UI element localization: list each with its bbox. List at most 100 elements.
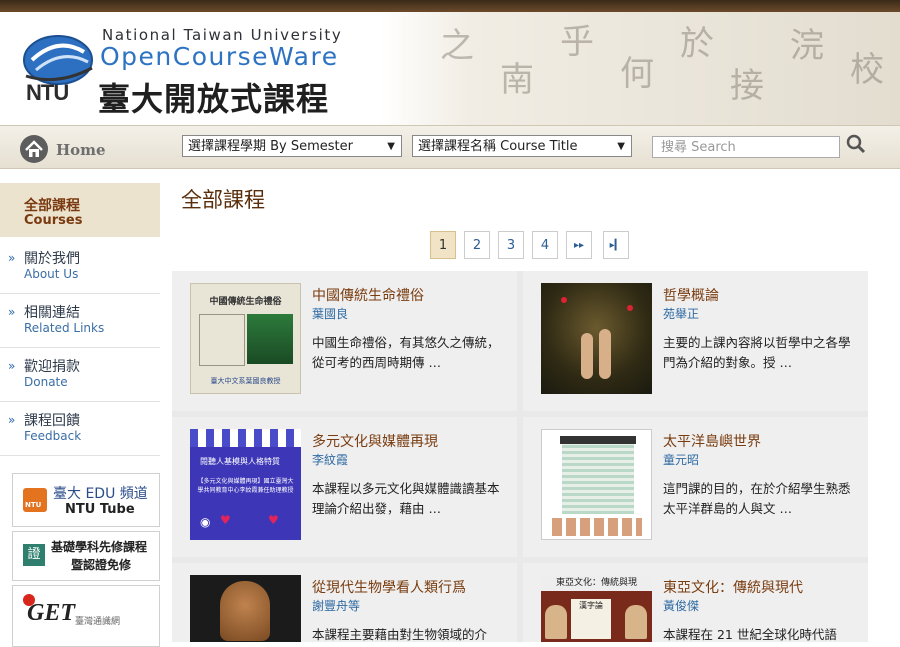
sidebar-item-label-zh: 關於我們 <box>24 251 80 267</box>
search-icon[interactable] <box>846 134 866 154</box>
thumbnail-caption: 臺大中文系葉國良教授 <box>210 377 281 385</box>
course-title[interactable]: 多元文化與媒體再現 <box>312 431 438 451</box>
thumbnail-heading: 閱聽人基模與人格特質 <box>200 457 280 466</box>
course-thumbnail[interactable] <box>190 575 301 642</box>
course-description: 中國生命禮俗，有其悠久之傳統，從可考的西周時期傳 … <box>312 335 500 370</box>
bullet-icon: » <box>8 305 16 319</box>
course-description: 本課程以多元文化與媒體識讀基本理論介紹出發，藉由 … <box>312 481 500 516</box>
home-link[interactable]: Home <box>56 141 106 159</box>
edu-tube-banner[interactable]: NTU 臺大 EDU 頻道 NTU Tube <box>12 473 160 527</box>
semester-select[interactable]: 選擇課程學期 By Semester ▼ <box>182 135 402 157</box>
sidebar-item-label-en: Donate <box>24 375 68 389</box>
get-general-education-banner[interactable]: GET 臺灣通識網 <box>12 585 160 647</box>
course-thumbnail[interactable] <box>541 283 652 394</box>
thumbnail-portrait <box>545 605 567 639</box>
search-placeholder: 搜尋 Search <box>661 140 736 155</box>
thumbnail-heart-icon: ♥ <box>268 513 279 527</box>
home-icon[interactable] <box>20 135 48 163</box>
thumbnail-heart-icon: ♥ <box>220 513 231 527</box>
sidebar-item-label-en: About Us <box>24 267 79 281</box>
dropdown-arrow-icon: ▼ <box>617 141 625 152</box>
calligraphy-decoration: 校 <box>850 50 884 90</box>
sidebar-item-label-zh: 課程回饋 <box>24 413 80 429</box>
thumbnail-weaving <box>562 444 634 514</box>
sidebar-item-donate[interactable]: » 歡迎捐款 Donate <box>0 347 160 402</box>
calligraphy-decoration: 何 <box>620 54 654 94</box>
page-2-button[interactable]: 2 <box>464 231 490 259</box>
course-grid: 中國傳統生命禮俗 臺大中文系葉國良教授 中國傳統生命禮俗 葉國良 中國生命禮俗，… <box>172 271 868 642</box>
get-logo: GET <box>27 600 75 626</box>
calligraphy-decoration: 之 <box>440 26 474 66</box>
edu-tube-line1: 臺大 EDU 頻道 <box>53 486 148 502</box>
page-title: 全部課程 <box>181 188 265 212</box>
course-card[interactable]: 中國傳統生命禮俗 臺大中文系葉國良教授 中國傳統生命禮俗 葉國良 中國生命禮俗，… <box>172 271 517 411</box>
course-author[interactable]: 黃俊傑 <box>663 597 699 614</box>
thumbnail-people <box>552 518 642 536</box>
sidebar-item-label-zh: 相關連結 <box>24 305 80 321</box>
course-author[interactable]: 苑舉正 <box>663 305 699 322</box>
calligraphy-decoration: 乎 <box>560 22 594 62</box>
course-description: 本課程主要藉由對生物領域的介 <box>312 627 488 642</box>
course-card[interactable]: 從現代生物學看人類行爲 謝豐舟等 本課程主要藉由對生物領域的介 <box>172 563 517 642</box>
course-card[interactable]: 哲學概論 苑舉正 主要的上課內容將以哲學中之各學門為介紹的對象。授 … <box>523 271 868 411</box>
ntu-logo-text: NTU <box>26 80 69 105</box>
bullet-icon: » <box>8 413 16 427</box>
semester-select-value: 選擇課程學期 By Semester <box>188 139 354 154</box>
course-description: 本課程在 21 世紀全球化時代語 <box>663 627 837 642</box>
dropdown-arrow-icon: ▼ <box>387 141 395 152</box>
course-title[interactable]: 哲學概論 <box>663 285 719 305</box>
thumbnail-portrait <box>247 314 293 364</box>
sidebar-item-label-en: Related Links <box>24 321 105 335</box>
sidebar-item-feedback[interactable]: » 課程回饋 Feedback <box>0 401 160 456</box>
thumbnail-figure <box>599 329 611 379</box>
thumbnail-figure <box>581 333 593 379</box>
get-tagline: 臺灣通識網 <box>75 617 121 627</box>
bullet-icon: » <box>8 359 16 373</box>
thumbnail-heading: 東亞文化：傳統與現 <box>541 575 652 591</box>
navigation-bar: Home 選擇課程學期 By Semester ▼ 選擇課程名稱 Course … <box>0 125 900 169</box>
edu-tube-line2: NTU Tube <box>65 502 135 517</box>
course-author[interactable]: 李紋霞 <box>312 451 348 468</box>
course-card[interactable]: 東亞文化：傳統與現 漢字論 東亞文化：傳統與現代 黃俊傑 本課程在 21 世紀全… <box>523 563 868 642</box>
course-description: 主要的上課內容將以哲學中之各學門為介紹的對象。授 … <box>663 335 851 370</box>
next-page-button[interactable]: ▸▸ <box>566 231 592 259</box>
course-thumbnail[interactable]: 中國傳統生命禮俗 臺大中文系葉國良教授 <box>190 283 301 394</box>
thumbnail-apple <box>627 305 633 311</box>
ocw-title-zh[interactable]: 臺大開放式課程 <box>98 74 329 120</box>
search-input[interactable]: 搜尋 Search <box>652 136 840 158</box>
course-title-select[interactable]: 選擇課程名稱 Course Title ▼ <box>412 135 632 157</box>
page-3-button[interactable]: 3 <box>498 231 524 259</box>
thumbnail-caption: 【多元文化與媒體再現】國立臺灣大學共同教育中心李紋霞兼任助理教授 <box>197 478 294 494</box>
course-author[interactable]: 葉國良 <box>312 305 348 322</box>
course-title[interactable]: 東亞文化：傳統與現代 <box>663 577 803 597</box>
course-title[interactable]: 中國傳統生命禮俗 <box>312 285 424 305</box>
course-thumbnail[interactable]: 閱聽人基模與人格特質 【多元文化與媒體再現】國立臺灣大學共同教育中心李紋霞兼任助… <box>190 429 301 540</box>
sidebar-item-label-zh: 歡迎捐款 <box>24 359 80 375</box>
course-card[interactable]: 太平洋島嶼世界 童元昭 這門課的目的，在於介紹學生熟悉太平洋群島的人與文 … <box>523 417 868 557</box>
course-author[interactable]: 童元昭 <box>663 451 699 468</box>
course-thumbnail[interactable]: 東亞文化：傳統與現 漢字論 <box>541 575 652 642</box>
course-card[interactable]: 閱聽人基模與人格特質 【多元文化與媒體再現】國立臺灣大學共同教育中心李紋霞兼任助… <box>172 417 517 557</box>
thumbnail-heading: 中國傳統生命禮俗 <box>209 297 282 307</box>
course-description: 這門課的目的，在於介紹學生熟悉太平洋群島的人與文 … <box>663 481 851 516</box>
sidebar-item-courses[interactable]: 全部課程 Courses <box>0 183 160 237</box>
sidebar-item-related-links[interactable]: » 相關連結 Related Links <box>0 293 160 348</box>
basic-courses-line1: 基礎學科先修課程 <box>51 540 148 554</box>
basic-courses-line2: 暨認證免修 <box>71 558 132 572</box>
top-border-bar <box>0 0 900 12</box>
last-page-button[interactable]: ▸▎ <box>603 231 629 259</box>
calligraphy-decoration: 浣 <box>790 26 824 66</box>
course-author[interactable]: 謝豐舟等 <box>312 597 360 614</box>
thumbnail-eye-icon: ◉ <box>200 515 211 529</box>
basic-courses-banner[interactable]: 證 基礎學科先修課程 暨認證免修 <box>12 531 160 581</box>
thumbnail-diagram <box>199 314 245 366</box>
page-4-button[interactable]: 4 <box>532 231 558 259</box>
course-title-select-value: 選擇課程名稱 Course Title <box>418 139 578 154</box>
course-thumbnail[interactable] <box>541 429 652 540</box>
ocw-title-en[interactable]: OpenCourseWare <box>100 42 339 71</box>
page-1-button[interactable]: 1 <box>430 231 456 259</box>
bullet-icon: » <box>8 251 16 265</box>
course-title[interactable]: 從現代生物學看人類行爲 <box>312 577 466 597</box>
course-title[interactable]: 太平洋島嶼世界 <box>663 431 761 451</box>
sidebar-item-about[interactable]: » 關於我們 About Us <box>0 239 160 294</box>
